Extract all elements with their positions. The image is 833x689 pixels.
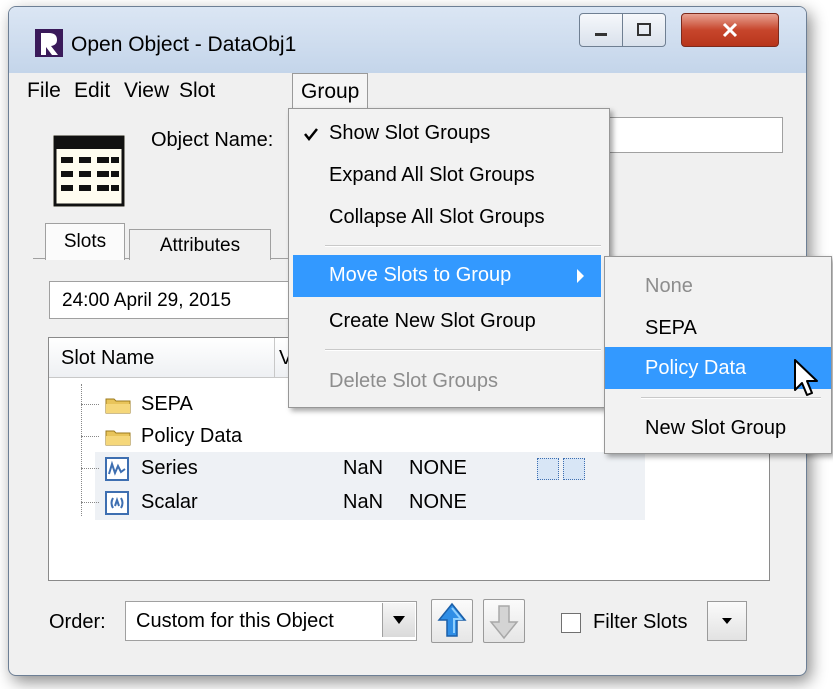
timestep-field[interactable]: 24:00 April 29, 2015: [49, 281, 289, 319]
menu-item-show-slot-groups[interactable]: Show Slot Groups: [289, 113, 609, 155]
submenu-item-label: SEPA: [645, 317, 697, 339]
close-button[interactable]: [681, 13, 779, 47]
menu-item-label: Move Slots to Group: [329, 264, 512, 286]
filter-slots-label: Filter Slots: [593, 611, 688, 633]
menu-item-create-new-slot-group[interactable]: Create New Slot Group: [289, 301, 609, 343]
checkmark-icon: [304, 128, 318, 142]
submenu-item-label: New Slot Group: [645, 417, 787, 439]
menu-group[interactable]: Group: [292, 73, 369, 110]
object-name-label: Object Name:: [151, 129, 274, 151]
menu-file[interactable]: File: [27, 79, 61, 103]
group-menu-dropdown: Show Slot Groups Expand All Slot Groups …: [288, 108, 610, 408]
tree-branch: [81, 436, 99, 437]
menu-edit[interactable]: Edit: [74, 79, 110, 103]
slot-name: Series: [141, 457, 198, 479]
data-object-icon: [53, 135, 125, 207]
minimize-button[interactable]: [579, 13, 623, 47]
maximize-button[interactable]: [622, 13, 666, 47]
menu-separator: [325, 245, 601, 247]
menu-item-label: Create New Slot Group: [329, 310, 536, 332]
tree-branch: [81, 502, 99, 503]
tab-attributes[interactable]: Attributes: [129, 229, 271, 260]
slot-units: NONE: [409, 491, 467, 513]
menu-view[interactable]: View: [124, 79, 169, 103]
menu-item-move-slots-to-group[interactable]: Move Slots to Group: [293, 255, 601, 297]
submenu-item-sepa[interactable]: SEPA: [605, 307, 831, 349]
menu-item-label: Delete Slot Groups: [329, 370, 498, 392]
menu-bar: File Edit View Slot Group: [21, 73, 794, 110]
slot-row[interactable]: Series NaN NONE: [49, 452, 769, 486]
slot-value: NaN: [343, 491, 384, 513]
window-title: Open Object - DataObj1: [71, 33, 297, 56]
submenu-item-new-slot-group[interactable]: New Slot Group: [605, 407, 831, 449]
menu-item-label: Collapse All Slot Groups: [329, 206, 545, 228]
submenu-item-none[interactable]: None: [605, 265, 831, 307]
tree-branch: [81, 468, 99, 469]
order-label: Order:: [49, 611, 106, 633]
mouse-pointer-icon: [794, 359, 818, 396]
arrow-down-icon: [489, 605, 519, 640]
order-select[interactable]: Custom for this Object: [125, 601, 417, 641]
filter-options-button[interactable]: [707, 601, 747, 641]
slot-value: NaN: [343, 457, 384, 479]
menu-slot[interactable]: Slot: [179, 79, 215, 103]
move-down-button[interactable]: [483, 599, 525, 643]
menu-item-label: Expand All Slot Groups: [329, 164, 535, 186]
tree-branch: [81, 404, 99, 405]
move-slots-submenu: None SEPA Policy Data New Slot Group: [604, 256, 832, 454]
arrow-up-icon: [437, 602, 467, 637]
tab-slots[interactable]: Slots: [45, 223, 125, 260]
submenu-item-label: None: [645, 275, 693, 297]
slot-row[interactable]: Scalar NaN NONE: [49, 486, 769, 520]
menu-separator: [325, 349, 601, 351]
menu-item-collapse-all[interactable]: Collapse All Slot Groups: [289, 197, 609, 239]
riverware-app-icon: [35, 29, 63, 57]
menu-item-delete-slot-groups[interactable]: Delete Slot Groups: [289, 361, 609, 403]
object-name-field[interactable]: [603, 117, 783, 153]
filter-slots-checkbox[interactable]: [561, 613, 581, 633]
folder-icon: [105, 430, 131, 446]
group-name: Policy Data: [141, 425, 243, 447]
move-up-button[interactable]: [431, 599, 473, 643]
order-select-value: Custom for this Object: [136, 610, 334, 632]
submenu-item-label: Policy Data: [645, 357, 747, 379]
group-name: SEPA: [141, 393, 193, 415]
close-icon: [722, 22, 738, 38]
series-slot-icon: [105, 457, 129, 481]
slot-linked-indicator-icon[interactable]: [537, 458, 559, 480]
slot-units: NONE: [409, 457, 467, 479]
title-bar[interactable]: Open Object - DataObj1: [9, 7, 806, 73]
order-dropdown-button[interactable]: [382, 603, 415, 637]
maximize-icon: [637, 23, 651, 36]
slot-input-indicator-icon[interactable]: [563, 458, 585, 480]
menu-item-expand-all[interactable]: Expand All Slot Groups: [289, 155, 609, 197]
slot-name: Scalar: [141, 491, 198, 513]
menu-item-label: Show Slot Groups: [329, 122, 491, 144]
scalar-slot-icon: [105, 491, 129, 515]
column-header-slot-name[interactable]: Slot Name: [49, 338, 275, 378]
submenu-arrow-icon: [577, 269, 584, 283]
folder-icon: [105, 398, 131, 414]
chevron-down-icon: [722, 618, 732, 624]
minimize-icon: [595, 33, 607, 36]
chevron-down-icon: [393, 616, 405, 624]
